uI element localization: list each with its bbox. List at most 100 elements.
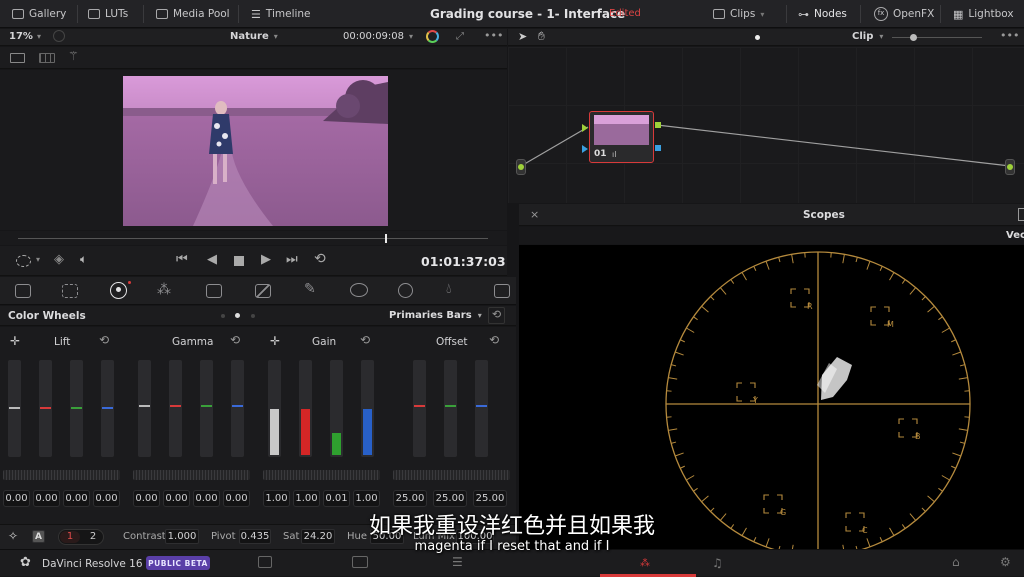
media-page-icon[interactable] — [258, 556, 272, 568]
fairlight-page-icon[interactable]: ♫ — [712, 556, 723, 570]
output-node[interactable] — [1005, 159, 1015, 175]
openfx-button[interactable]: fx OpenFX — [874, 0, 934, 28]
lift-b-value[interactable]: 0.00 — [93, 490, 120, 507]
settings-icon[interactable]: ⚙ — [1000, 555, 1011, 569]
volume-icon[interactable]: 🔈︎ — [80, 252, 87, 267]
camera-raw-icon[interactable] — [15, 284, 31, 298]
lift-y-value[interactable]: 0.00 — [3, 490, 30, 507]
node-key-output[interactable] — [655, 145, 661, 151]
gamma-master-bar[interactable] — [138, 360, 151, 457]
single-view-icon[interactable] — [10, 53, 25, 63]
offset-r-value[interactable]: 25.00 — [393, 490, 427, 507]
color-wheels-icon[interactable] — [110, 282, 127, 299]
primaries-mode-dropdown[interactable]: Primaries Bars ▾ — [389, 310, 482, 321]
gamma-reset-icon[interactable]: ⟲ — [230, 333, 240, 347]
page-dot-active[interactable] — [235, 313, 240, 318]
page-dot[interactable] — [221, 314, 225, 318]
expand-icon[interactable] — [1018, 208, 1024, 221]
reset-all-icon[interactable]: ⟲ — [488, 307, 505, 324]
qualifier-icon[interactable]: ✎ — [304, 281, 316, 297]
lift-r-value[interactable]: 0.00 — [33, 490, 60, 507]
gamma-blue-bar[interactable] — [231, 360, 244, 457]
viewer-scrub-bar[interactable] — [0, 231, 507, 245]
lift-reset-icon[interactable]: ⟲ — [99, 333, 109, 347]
cut-page-icon[interactable] — [352, 556, 368, 568]
gain-g-value[interactable]: 0.01 — [323, 490, 350, 507]
lift-g-value[interactable]: 0.00 — [63, 490, 90, 507]
offset-master-wheel[interactable] — [393, 470, 510, 480]
node-rgb-output[interactable] — [655, 122, 661, 128]
gallery-view-icon[interactable] — [39, 53, 55, 63]
chevron-down-icon[interactable]: ▾ — [36, 255, 40, 264]
more-options-icon[interactable]: ••• — [1000, 29, 1019, 42]
luts-button[interactable]: LUTs — [88, 0, 128, 28]
node-graph[interactable]: 01 ıl — [508, 47, 1024, 203]
lift-red-bar[interactable] — [39, 360, 52, 457]
color-page-icon[interactable]: ⁂ — [640, 558, 650, 569]
gain-r-value[interactable]: 1.00 — [293, 490, 320, 507]
clip-name-dropdown[interactable]: Nature ▾ — [230, 31, 278, 42]
window-icon[interactable] — [350, 283, 368, 297]
node-rgb-input[interactable] — [582, 124, 588, 132]
gallery-button[interactable]: Gallery — [12, 0, 66, 28]
gain-master-wheel[interactable] — [263, 470, 380, 480]
zoom-slider-handle[interactable] — [910, 34, 917, 41]
viewer-mode-icon[interactable] — [16, 255, 31, 267]
tracker-icon[interactable] — [398, 283, 413, 298]
gain-b-value[interactable]: 1.00 — [353, 490, 380, 507]
lift-master-bar[interactable] — [8, 360, 21, 457]
chevron-down-icon[interactable]: ▾ — [409, 32, 413, 41]
gain-red-bar[interactable] — [299, 360, 312, 457]
gain-blue-bar[interactable] — [361, 360, 374, 457]
playhead[interactable] — [385, 234, 387, 243]
skip-to-end-icon[interactable]: ⏭︎ — [286, 252, 298, 267]
nodes-button[interactable]: ⊶ Nodes — [798, 0, 847, 28]
lift-blue-bar[interactable] — [101, 360, 114, 457]
picker-icon[interactable]: ✛ — [10, 334, 20, 348]
gamma-red-bar[interactable] — [169, 360, 182, 457]
offset-g-value[interactable]: 25.00 — [433, 490, 467, 507]
play-icon[interactable]: ▶ — [261, 252, 271, 267]
gear-icon[interactable] — [53, 30, 65, 42]
scope-type[interactable]: Vec — [1006, 230, 1024, 241]
loop-icon[interactable]: ⟲ — [314, 251, 326, 267]
gamma-b-value[interactable]: 0.00 — [223, 490, 250, 507]
zoom-dropdown[interactable]: 17% ▾ — [9, 31, 41, 42]
magic-wand-icon[interactable]: ⚚ — [68, 49, 79, 63]
skip-to-start-icon[interactable]: ⏮︎ — [176, 252, 189, 267]
node-mode-dropdown[interactable]: Clip ▾ — [852, 31, 883, 42]
color-match-icon[interactable] — [62, 284, 78, 298]
motion-effects-icon[interactable] — [206, 284, 222, 298]
source-input-node[interactable] — [516, 159, 526, 175]
picker-icon[interactable]: ✛ — [270, 334, 280, 348]
timeline-button[interactable]: ☰ Timeline — [251, 0, 311, 28]
zoom-slider-track[interactable] — [892, 37, 982, 38]
key-icon[interactable] — [494, 284, 510, 298]
gamma-master-wheel[interactable] — [133, 470, 250, 480]
more-options-icon[interactable]: ••• — [484, 29, 503, 42]
layers-icon[interactable]: ◈ — [54, 252, 64, 267]
lift-green-bar[interactable] — [70, 360, 83, 457]
close-icon[interactable]: × — [530, 208, 539, 221]
pointer-icon[interactable]: ➤ — [518, 30, 527, 43]
fullscreen-icon[interactable]: ⤢ — [456, 31, 464, 42]
stop-icon[interactable] — [234, 256, 244, 266]
media-pool-button[interactable]: Media Pool — [156, 0, 230, 28]
gamma-r-value[interactable]: 0.00 — [163, 490, 190, 507]
offset-reset-icon[interactable]: ⟲ — [489, 333, 499, 347]
hand-icon[interactable]: ✋︎ — [538, 29, 545, 44]
play-reverse-icon[interactable]: ◀ — [207, 252, 217, 267]
lift-master-wheel[interactable] — [3, 470, 120, 480]
offset-red-bar[interactable] — [413, 360, 426, 457]
gain-y-value[interactable]: 1.00 — [263, 490, 290, 507]
page-dot[interactable] — [251, 314, 255, 318]
gamma-y-value[interactable]: 0.00 — [133, 490, 160, 507]
offset-blue-bar[interactable] — [475, 360, 488, 457]
gain-green-bar[interactable] — [330, 360, 343, 457]
video-frame[interactable] — [123, 76, 388, 226]
node-page-dot[interactable] — [755, 35, 760, 40]
node-key-input[interactable] — [582, 145, 588, 153]
gain-master-bar[interactable] — [268, 360, 281, 457]
gamma-green-bar[interactable] — [200, 360, 213, 457]
edit-page-icon[interactable]: ☰ — [452, 555, 463, 569]
